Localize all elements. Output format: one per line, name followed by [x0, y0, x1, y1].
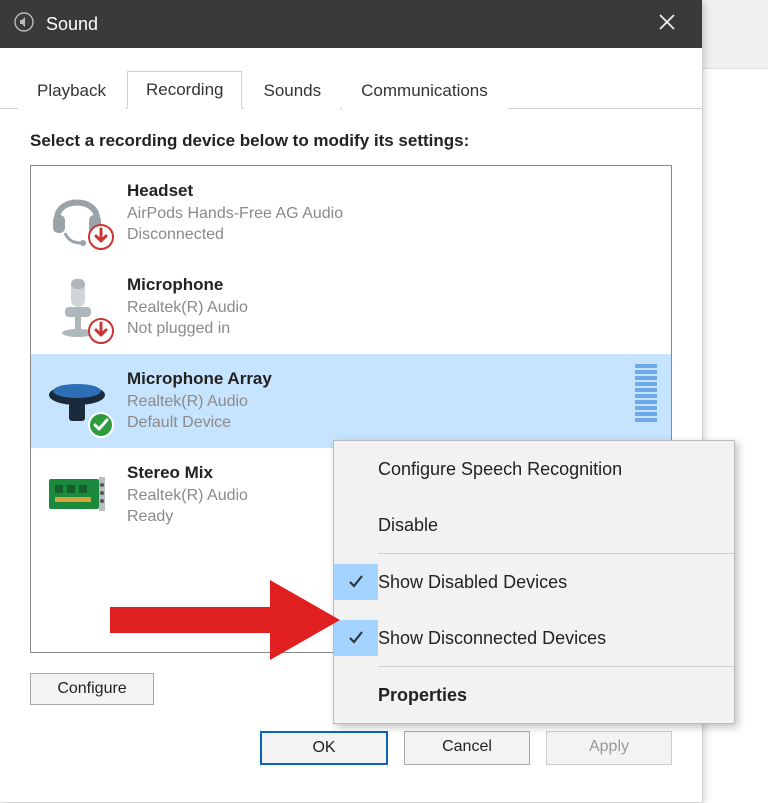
cm-show-disconnected[interactable]: Show Disconnected Devices: [334, 610, 734, 666]
cm-label: Show Disabled Devices: [378, 572, 567, 593]
tab-recording[interactable]: Recording: [127, 71, 243, 109]
down-arrow-badge-icon: [87, 317, 115, 345]
mic-array-icon: [41, 365, 113, 437]
cm-check-empty: [334, 677, 378, 713]
cm-label: Configure Speech Recognition: [378, 459, 622, 480]
device-desc: AirPods Hands-Free AG Audio: [127, 203, 343, 225]
device-status: Ready: [127, 506, 248, 528]
checkmark-icon: [334, 564, 378, 600]
configure-button[interactable]: Configure: [30, 673, 154, 705]
cm-label: Show Disconnected Devices: [378, 628, 606, 649]
close-button[interactable]: [644, 5, 690, 43]
device-status: Disconnected: [127, 224, 343, 246]
check-badge-icon: [87, 411, 115, 439]
tabs: Playback Recording Sounds Communications: [0, 48, 702, 109]
device-desc: Realtek(R) Audio: [127, 485, 248, 507]
device-name: Headset: [127, 180, 343, 203]
cm-check-empty: [334, 451, 378, 487]
cancel-button[interactable]: Cancel: [404, 731, 530, 765]
window-title: Sound: [46, 14, 98, 35]
context-menu: Configure Speech Recognition Disable Sho…: [333, 440, 735, 724]
cm-label: Properties: [378, 685, 467, 706]
device-mic-array[interactable]: Microphone Array Realtek(R) Audio Defaul…: [31, 354, 671, 448]
device-status: Not plugged in: [127, 318, 248, 340]
down-arrow-badge-icon: [87, 223, 115, 251]
titlebar: Sound: [0, 0, 702, 48]
device-desc: Realtek(R) Audio: [127, 391, 272, 413]
cm-check-empty: [334, 507, 378, 543]
cm-configure-speech[interactable]: Configure Speech Recognition: [334, 441, 734, 497]
level-meter: [635, 364, 657, 422]
device-name: Stereo Mix: [127, 462, 248, 485]
device-desc: Realtek(R) Audio: [127, 297, 248, 319]
ok-button[interactable]: OK: [260, 731, 388, 765]
speaker-icon: [14, 12, 34, 36]
instruction-label: Select a recording device below to modif…: [0, 109, 702, 165]
device-name: Microphone: [127, 274, 248, 297]
headset-icon: [41, 177, 113, 249]
cm-properties[interactable]: Properties: [334, 667, 734, 723]
microphone-icon: [41, 271, 113, 343]
checkmark-icon: [334, 620, 378, 656]
titlebar-left: Sound: [14, 12, 98, 36]
device-status: Default Device: [127, 412, 272, 434]
device-headset[interactable]: Headset AirPods Hands-Free AG Audio Disc…: [31, 166, 671, 260]
device-microphone[interactable]: Microphone Realtek(R) Audio Not plugged …: [31, 260, 671, 354]
device-name: Microphone Array: [127, 368, 272, 391]
tab-playback[interactable]: Playback: [18, 72, 125, 109]
cm-show-disabled[interactable]: Show Disabled Devices: [334, 554, 734, 610]
soundcard-icon: [41, 459, 113, 531]
cm-disable[interactable]: Disable: [334, 497, 734, 553]
apply-button[interactable]: Apply: [546, 731, 672, 765]
cm-label: Disable: [378, 515, 438, 536]
tab-sounds[interactable]: Sounds: [244, 72, 340, 109]
tab-communications[interactable]: Communications: [342, 72, 507, 109]
